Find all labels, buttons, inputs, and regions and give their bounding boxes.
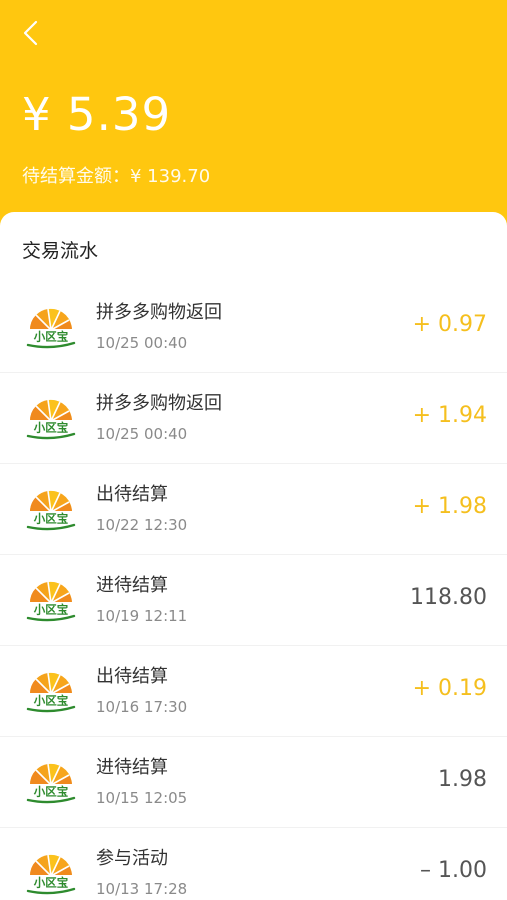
- transaction-time: 10/25 00:40: [96, 425, 188, 443]
- transaction-row[interactable]: 小区宝 进待结算 10/15 12:05 1.98: [0, 737, 507, 828]
- transaction-amount: – 1.00: [420, 858, 487, 883]
- pending-amount: 待结算金额：¥ 139.70: [22, 166, 211, 187]
- svg-text:小区宝: 小区宝: [33, 603, 69, 617]
- transaction-row[interactable]: 小区宝 进待结算 10/19 12:11 118.80: [0, 555, 507, 646]
- transaction-row[interactable]: 小区宝 拼多多购物返回 10/25 00:40 + 0.97: [0, 282, 507, 373]
- transaction-title: 出待结算: [96, 484, 168, 505]
- xiaoqubao-logo-icon: 小区宝: [24, 759, 78, 807]
- svg-text:小区宝: 小区宝: [33, 330, 69, 344]
- transaction-time: 10/22 12:30: [96, 516, 188, 534]
- xiaoqubao-logo-icon: 小区宝: [24, 850, 78, 898]
- svg-text:小区宝: 小区宝: [33, 694, 69, 708]
- transaction-title: 参与活动: [96, 848, 168, 869]
- section-title: 交易流水: [22, 240, 99, 262]
- transactions-card: 交易流水 小区宝 拼多多购物返回 10/25 00:40 + 0.97 小区宝 …: [0, 212, 507, 900]
- header: ¥ 5.39 待结算金额：¥ 139.70: [0, 0, 507, 232]
- transaction-row[interactable]: 小区宝 出待结算 10/16 17:30 + 0.19: [0, 646, 507, 737]
- transaction-time: 10/25 00:40: [96, 334, 188, 352]
- transaction-title: 出待结算: [96, 666, 168, 687]
- transaction-title: 拼多多购物返回: [96, 393, 222, 414]
- transaction-title: 拼多多购物返回: [96, 302, 222, 323]
- balance-amount: ¥ 5.39: [22, 88, 172, 141]
- transaction-row[interactable]: 小区宝 出待结算 10/22 12:30 + 1.98: [0, 464, 507, 555]
- svg-text:小区宝: 小区宝: [33, 785, 69, 799]
- transaction-time: 10/16 17:30: [96, 698, 188, 716]
- transaction-title: 进待结算: [96, 757, 168, 778]
- transaction-amount: 1.98: [438, 767, 487, 792]
- xiaoqubao-logo-icon: 小区宝: [24, 486, 78, 534]
- transaction-amount: + 1.98: [412, 494, 487, 519]
- xiaoqubao-logo-icon: 小区宝: [24, 395, 78, 443]
- svg-text:小区宝: 小区宝: [33, 512, 69, 526]
- transaction-time: 10/19 12:11: [96, 607, 188, 625]
- svg-text:小区宝: 小区宝: [33, 421, 69, 435]
- svg-text:小区宝: 小区宝: [33, 876, 69, 890]
- transaction-list: 小区宝 拼多多购物返回 10/25 00:40 + 0.97 小区宝 拼多多购物…: [0, 282, 507, 900]
- xiaoqubao-logo-icon: 小区宝: [24, 304, 78, 352]
- transaction-row[interactable]: 小区宝 参与活动 10/13 17:28 – 1.00: [0, 828, 507, 900]
- back-button[interactable]: [14, 18, 48, 52]
- transaction-title: 进待结算: [96, 575, 168, 596]
- chevron-left-icon: [21, 20, 41, 50]
- transaction-time: 10/15 12:05: [96, 789, 188, 807]
- transaction-row[interactable]: 小区宝 拼多多购物返回 10/25 00:40 + 1.94: [0, 373, 507, 464]
- xiaoqubao-logo-icon: 小区宝: [24, 577, 78, 625]
- transaction-amount: + 1.94: [412, 403, 487, 428]
- transaction-amount: 118.80: [410, 585, 487, 610]
- xiaoqubao-logo-icon: 小区宝: [24, 668, 78, 716]
- transaction-amount: + 0.97: [412, 312, 487, 337]
- transaction-amount: + 0.19: [412, 676, 487, 701]
- transaction-time: 10/13 17:28: [96, 880, 188, 898]
